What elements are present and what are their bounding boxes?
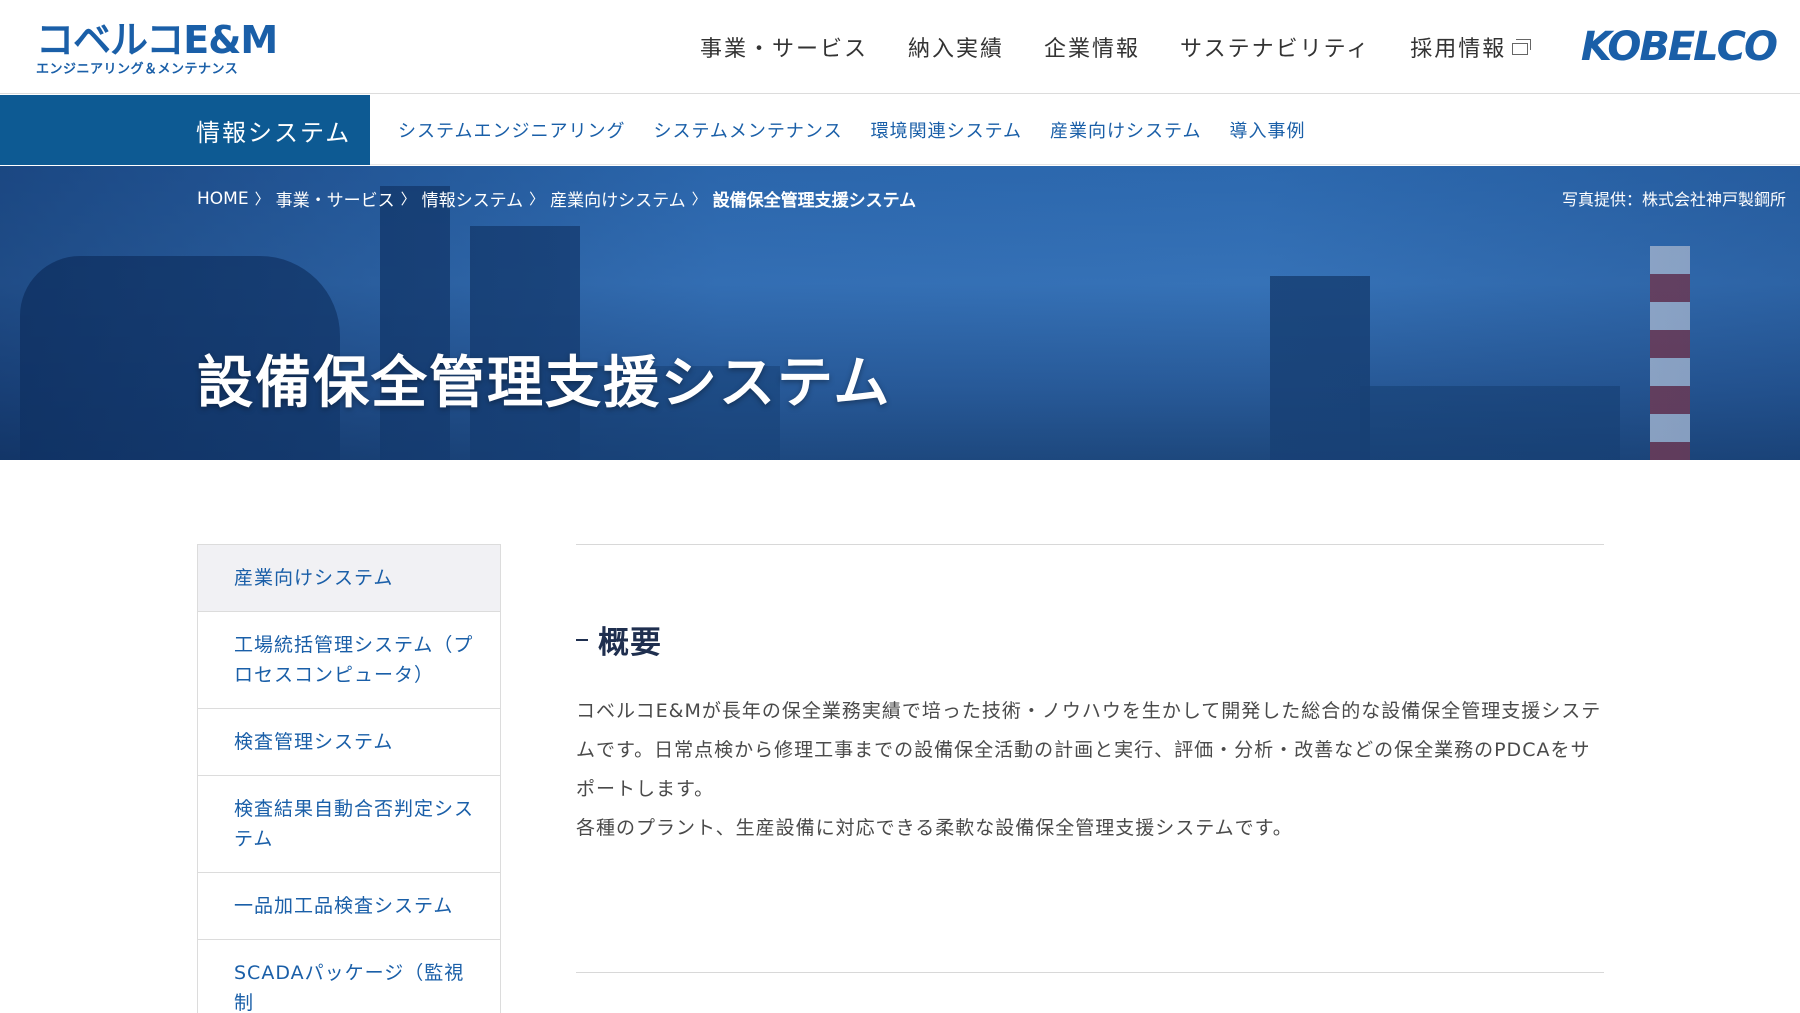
- section-heading: 概要: [576, 617, 1604, 662]
- side-menu-item-single-part-inspection[interactable]: 一品加工品検査システム: [198, 873, 500, 940]
- section-heading-text: 概要: [598, 625, 662, 661]
- nav-item-label: サステナビリティ: [1180, 37, 1371, 62]
- subnav-item-environment-systems[interactable]: 環境関連システム: [871, 117, 1022, 143]
- subnav-item-case-studies[interactable]: 導入事例: [1230, 117, 1306, 143]
- side-menu-item-inspection-management[interactable]: 検査管理システム: [198, 709, 500, 776]
- nav-item-delivery-record[interactable]: 納入実績: [908, 31, 1004, 63]
- kobelco-logo[interactable]: KOBELCO: [1581, 22, 1778, 72]
- breadcrumb-separator: 〉: [691, 190, 707, 208]
- nav-item-services[interactable]: 事業・サービス: [700, 31, 868, 63]
- nav-item-label: 事業・サービス: [700, 37, 869, 62]
- breadcrumb: HOME 〉 事業・サービス 〉 情報システム 〉 産業向けシステム 〉 設備保…: [197, 186, 917, 212]
- subnav-item-industrial-systems[interactable]: 産業向けシステム: [1050, 117, 1201, 143]
- nav-item-label: 納入実績: [908, 37, 1005, 62]
- overview-text-2: 各種のプラント、生産設備に対応できる柔軟な設備保全管理支援システムです。: [576, 817, 1293, 839]
- section-subnav: 情報システム システムエンジニアリング システムメンテナンス 環境関連システム …: [0, 95, 1800, 165]
- overview-paragraph: コベルコE&Mが長年の保全業務実績で培った技術・ノウハウを生かして開発した総合的…: [576, 692, 1604, 848]
- hero-banner: HOME 〉 事業・サービス 〉 情報システム 〉 産業向けシステム 〉 設備保…: [0, 166, 1800, 460]
- page-title: 設備保全管理支援システム: [197, 350, 892, 416]
- breadcrumb-industrial-systems[interactable]: 産業向けシステム: [550, 186, 686, 211]
- breadcrumb-home[interactable]: HOME: [197, 189, 249, 209]
- nav-item-recruit[interactable]: 採用情報: [1410, 31, 1532, 63]
- heading-dash: [576, 638, 588, 641]
- external-window-icon: [1512, 39, 1532, 55]
- side-menu-item-factory-management[interactable]: 工場統括管理システム（プロセスコンピュータ）: [198, 612, 500, 709]
- photo-credit: 写真提供：株式会社神戸製鋼所: [1561, 190, 1786, 209]
- divider: [576, 972, 1604, 973]
- breadcrumb-services[interactable]: 事業・サービス: [276, 186, 395, 211]
- side-menu-item-scada-package[interactable]: SCADAパッケージ（監視制: [198, 940, 500, 1013]
- subnav-current-section[interactable]: 情報システム: [0, 95, 370, 165]
- subnav-items: システムエンジニアリング システムメンテナンス 環境関連システム 産業向けシステ…: [398, 95, 1334, 165]
- nav-item-label: 企業情報: [1044, 37, 1141, 62]
- global-nav: 事業・サービス 納入実績 企業情報 サステナビリティ 採用情報: [700, 0, 1568, 94]
- side-menu: 産業向けシステム 工場統括管理システム（プロセスコンピュータ） 検査管理システム…: [197, 544, 501, 1013]
- breadcrumb-separator: 〉: [529, 190, 545, 208]
- nav-item-sustainability[interactable]: サステナビリティ: [1180, 31, 1370, 63]
- main-content: 概要 コベルコE&Mが長年の保全業務実績で培った技術・ノウハウを生かして開発した…: [576, 544, 1604, 848]
- nav-item-company[interactable]: 企業情報: [1044, 31, 1140, 63]
- divider: [576, 544, 1604, 545]
- side-menu-item-auto-pass-fail[interactable]: 検査結果自動合否判定システム: [198, 776, 500, 873]
- breadcrumb-separator: 〉: [254, 190, 270, 208]
- breadcrumb-information-systems[interactable]: 情報システム: [422, 186, 524, 211]
- site-header: コベルコE&M エンジニアリング＆メンテナンス 事業・サービス 納入実績 企業情…: [0, 0, 1800, 94]
- nav-item-label: 採用情報: [1410, 37, 1507, 62]
- logo-sub-text: エンジニアリング＆メンテナンス: [36, 62, 239, 77]
- breadcrumb-current: 設備保全管理支援システム: [712, 191, 917, 211]
- side-menu-item-industrial-systems[interactable]: 産業向けシステム: [198, 545, 500, 612]
- subnav-item-system-maintenance[interactable]: システムメンテナンス: [653, 117, 842, 143]
- breadcrumb-separator: 〉: [400, 190, 416, 208]
- subnav-item-system-engineering[interactable]: システムエンジニアリング: [398, 117, 625, 143]
- logo-main-text: コベルコE&M: [36, 18, 278, 62]
- company-logo[interactable]: コベルコE&M エンジニアリング＆メンテナンス: [36, 18, 278, 78]
- overview-text-1: コベルコE&Mが長年の保全業務実績で培った技術・ノウハウを生かして開発した総合的…: [576, 700, 1602, 800]
